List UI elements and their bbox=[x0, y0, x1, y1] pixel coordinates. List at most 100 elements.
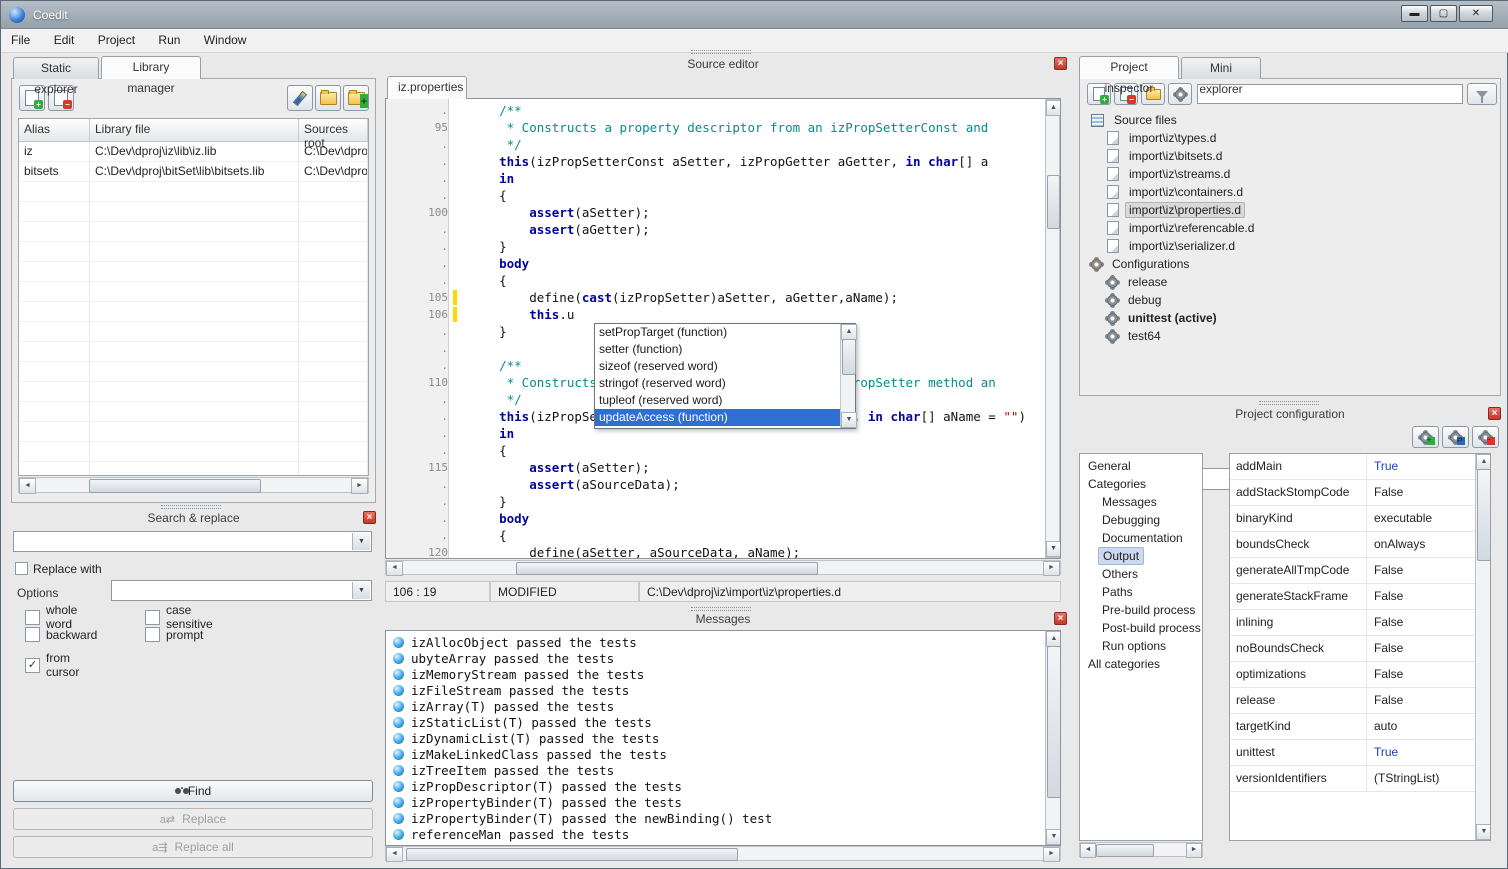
property-row[interactable]: generateAllTmpCodeFalse bbox=[1230, 558, 1475, 584]
replace-all-button[interactable]: a⇶ Replace all bbox=[13, 836, 373, 858]
case-sensitive-checkbox[interactable] bbox=[145, 610, 160, 625]
messages-hscrollbar[interactable]: ◄ ► bbox=[385, 846, 1061, 861]
completion-item[interactable]: tupleof (reserved word) bbox=[595, 392, 840, 409]
property-row[interactable]: binaryKindexecutable bbox=[1230, 506, 1475, 532]
completion-item[interactable]: sizeof (reserved word) bbox=[595, 358, 840, 375]
library-table-hscrollbar[interactable]: ◄ ► bbox=[18, 477, 369, 493]
message-item[interactable]: izPropertyBinder(T) passed the tests bbox=[386, 794, 1060, 810]
message-item[interactable]: ubyteArray passed the tests bbox=[386, 650, 1060, 666]
category-item[interactable]: Others bbox=[1080, 565, 1202, 583]
remove-configuration-button[interactable]: − bbox=[1472, 426, 1499, 448]
code-line[interactable]: . { bbox=[386, 187, 1045, 204]
scroll-left-icon[interactable]: ◄ bbox=[386, 561, 403, 576]
scroll-right-icon[interactable]: ► bbox=[351, 478, 368, 494]
code-line[interactable]: . { bbox=[386, 442, 1045, 459]
prompt-checkbox[interactable] bbox=[145, 627, 160, 642]
category-item[interactable]: Pre-build process bbox=[1080, 601, 1202, 619]
category-item[interactable]: General bbox=[1080, 457, 1202, 475]
code-line[interactable]: . } bbox=[386, 238, 1045, 255]
property-row[interactable]: generateStackFrameFalse bbox=[1230, 584, 1475, 610]
menu-edit[interactable]: Edit bbox=[44, 29, 85, 51]
code-line[interactable]: . { bbox=[386, 272, 1045, 289]
scroll-down-icon[interactable]: ▼ bbox=[1476, 824, 1491, 840]
scroll-up-icon[interactable]: ▲ bbox=[841, 324, 857, 340]
table-row[interactable] bbox=[19, 362, 368, 382]
property-row[interactable]: addMainTrue bbox=[1230, 454, 1475, 480]
scroll-left-icon[interactable]: ◄ bbox=[1080, 843, 1096, 858]
code-line[interactable]: 100 assert(aSetter); bbox=[386, 204, 1045, 221]
scroll-down-icon[interactable]: ▼ bbox=[1046, 541, 1061, 557]
splitter-grip[interactable] bbox=[1259, 401, 1319, 405]
tree-item[interactable]: test64 bbox=[1087, 327, 1493, 345]
replace-with-combobox[interactable]: ▼ bbox=[111, 580, 372, 601]
property-row[interactable]: inliningFalse bbox=[1230, 610, 1475, 636]
search-close-button[interactable]: × bbox=[363, 511, 376, 524]
scroll-up-icon[interactable]: ▲ bbox=[1476, 454, 1491, 470]
chevron-down-icon[interactable]: ▼ bbox=[352, 533, 370, 550]
code-line[interactable]: . assert(aGetter); bbox=[386, 221, 1045, 238]
table-row[interactable] bbox=[19, 282, 368, 302]
inspector-refresh-button[interactable] bbox=[1168, 83, 1192, 105]
tree-item[interactable]: import\iz\containers.d bbox=[1087, 183, 1493, 201]
tab-project-inspector[interactable]: Project inspector bbox=[1079, 56, 1179, 79]
splitter-grip[interactable] bbox=[691, 50, 751, 54]
code-line[interactable]: . } bbox=[386, 493, 1045, 510]
tab-iz-properties[interactable]: iz.properties bbox=[387, 76, 467, 99]
scroll-thumb[interactable] bbox=[89, 479, 261, 493]
scroll-down-icon[interactable]: ▼ bbox=[1046, 829, 1061, 845]
property-row[interactable]: noBoundsCheckFalse bbox=[1230, 636, 1475, 662]
add-configuration-button[interactable]: + bbox=[1412, 426, 1439, 448]
tree-item[interactable]: debug bbox=[1087, 291, 1493, 309]
table-row[interactable] bbox=[19, 182, 368, 202]
table-row[interactable] bbox=[19, 242, 368, 262]
tab-static-explorer[interactable]: Static explorer bbox=[13, 57, 99, 79]
completion-item[interactable]: setter (function) bbox=[595, 341, 840, 358]
tree-item[interactable]: import\iz\streams.d bbox=[1087, 165, 1493, 183]
code-line[interactable]: . this(izPropSetterConst aSetter, izProp… bbox=[386, 153, 1045, 170]
edit-library-button[interactable] bbox=[287, 85, 313, 111]
tree-item[interactable]: import\iz\serializer.d bbox=[1087, 237, 1493, 255]
category-item[interactable]: Messages bbox=[1080, 493, 1202, 511]
message-item[interactable]: izArray(T) passed the tests bbox=[386, 698, 1060, 714]
completion-item[interactable]: stringof (reserved word) bbox=[595, 375, 840, 392]
scroll-right-icon[interactable]: ► bbox=[1186, 843, 1202, 858]
tree-item[interactable]: import\iz\types.d bbox=[1087, 129, 1493, 147]
col-header-library-file[interactable]: Library file bbox=[90, 119, 299, 141]
completion-item[interactable]: setPropTarget (function) bbox=[595, 324, 840, 341]
from-cursor-checkbox[interactable]: ✓ bbox=[25, 658, 40, 673]
tree-item[interactable]: release bbox=[1087, 273, 1493, 291]
message-item[interactable]: izPropDescriptor(T) passed the tests bbox=[386, 778, 1060, 794]
category-item[interactable]: All categories bbox=[1080, 655, 1202, 673]
table-row[interactable] bbox=[19, 342, 368, 362]
category-item[interactable]: Paths bbox=[1080, 583, 1202, 601]
close-button[interactable]: ✕ bbox=[1459, 5, 1493, 22]
property-row[interactable]: releaseFalse bbox=[1230, 688, 1475, 714]
table-row[interactable] bbox=[19, 222, 368, 242]
editor-vscrollbar[interactable]: ▲ ▼ bbox=[1045, 99, 1060, 558]
replace-button[interactable]: a⇄ Replace bbox=[13, 808, 373, 830]
category-item[interactable]: Documentation bbox=[1080, 529, 1202, 547]
menu-window[interactable]: Window bbox=[194, 29, 257, 51]
message-item[interactable]: izDynamicList(T) passed the tests bbox=[386, 730, 1060, 746]
tree-item[interactable]: Source files bbox=[1087, 111, 1493, 129]
scroll-thumb[interactable] bbox=[406, 848, 738, 861]
table-row[interactable]: bitsetsC:\Dev\dproj\bitSet\lib\bitsets.l… bbox=[19, 162, 368, 182]
scroll-up-icon[interactable]: ▲ bbox=[1046, 631, 1061, 647]
code-line[interactable]: 120 define(aSetter, aSourceData, aName); bbox=[386, 544, 1045, 559]
code-line[interactable]: . body bbox=[386, 255, 1045, 272]
scroll-right-icon[interactable]: ► bbox=[1043, 561, 1060, 576]
message-item[interactable]: izPropertyBinder(T) passed the newBindin… bbox=[386, 810, 1060, 826]
category-item[interactable]: Debugging bbox=[1080, 511, 1202, 529]
property-grid-vscrollbar[interactable]: ▲ ▼ bbox=[1475, 454, 1490, 840]
table-row[interactable] bbox=[19, 262, 368, 282]
code-line[interactable]: . { bbox=[386, 527, 1045, 544]
table-row[interactable] bbox=[19, 462, 368, 476]
open-library-button[interactable] bbox=[315, 85, 341, 111]
code-line[interactable]: 95 * Constructs a property descriptor fr… bbox=[386, 119, 1045, 136]
tree-item[interactable]: import\iz\referencable.d bbox=[1087, 219, 1493, 237]
code-line[interactable]: 106 this.u bbox=[386, 306, 1045, 323]
editor-close-button[interactable]: × bbox=[1054, 57, 1067, 70]
find-button[interactable]: Find bbox=[13, 780, 373, 802]
message-item[interactable]: izStaticList(T) passed the tests bbox=[386, 714, 1060, 730]
category-item[interactable]: Output bbox=[1080, 547, 1202, 565]
